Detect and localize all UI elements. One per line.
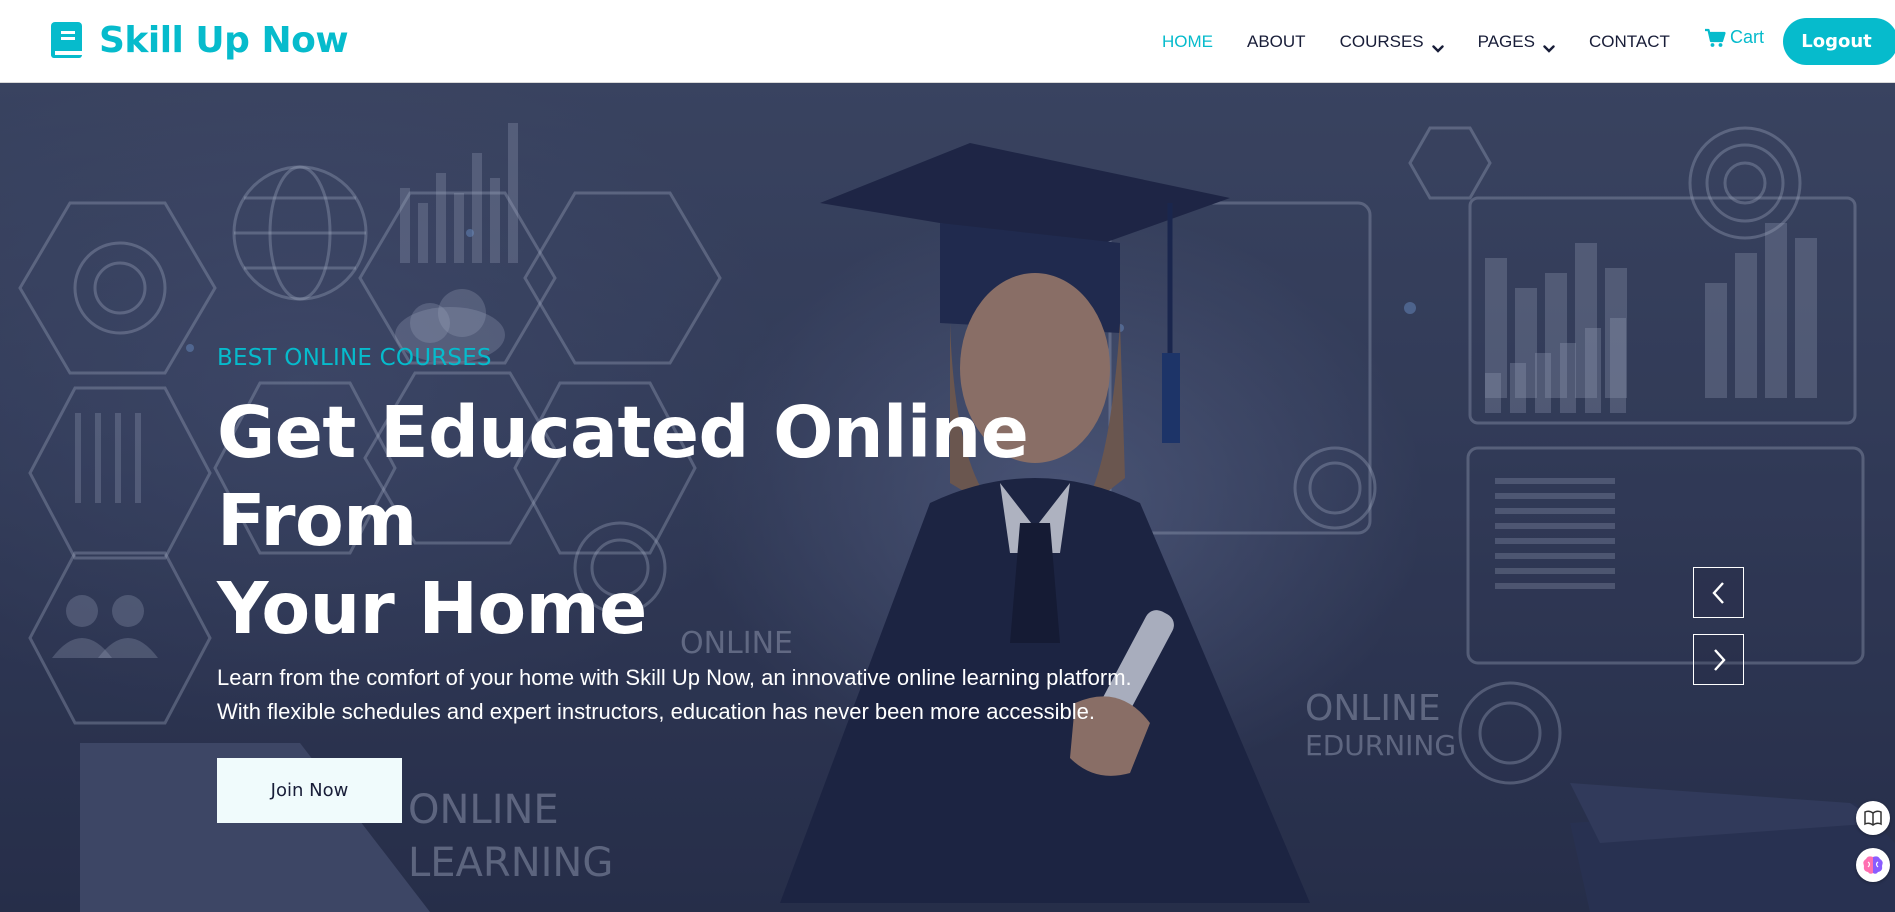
book-icon: [50, 21, 83, 59]
nav-about[interactable]: ABOUT: [1247, 32, 1306, 52]
ai-assistant-button[interactable]: [1856, 848, 1890, 882]
shopping-cart-icon: [1705, 28, 1726, 47]
hero-content: BEST ONLINE COURSES Get Educated Online …: [217, 345, 1197, 729]
carousel-next-button[interactable]: [1693, 634, 1744, 685]
brain-icon: [1863, 856, 1883, 874]
nav-home-label: HOME: [1162, 31, 1213, 51]
hero-eyebrow: BEST ONLINE COURSES: [217, 345, 492, 371]
hero-description: Learn from the comfort of your home with…: [217, 661, 1197, 729]
hero-headline-line1: Get Educated Online From: [217, 391, 1029, 562]
chevron-right-icon: [1713, 648, 1726, 671]
join-now-button[interactable]: Join Now: [217, 758, 402, 823]
brand-name: Skill Up Now: [99, 19, 349, 61]
nav-contact-label: CONTACT: [1588, 31, 1670, 51]
navbar: Skill Up Now HOME ABOUT COURSES PAGES CO…: [0, 0, 1895, 83]
chevron-down-icon: [1543, 38, 1555, 53]
brand-logo[interactable]: Skill Up Now: [50, 19, 349, 61]
reader-icon: [1864, 810, 1882, 826]
chevron-left-icon: [1711, 581, 1724, 604]
main-nav: HOME ABOUT COURSES PAGES CONTACT: [1162, 0, 1704, 83]
nav-courses-label: COURSES: [1339, 31, 1424, 51]
nav-home[interactable]: HOME: [1162, 32, 1213, 52]
cart-label: Cart: [1730, 27, 1765, 47]
chevron-down-icon: [1431, 38, 1444, 53]
nav-pages-label: PAGES: [1477, 31, 1535, 51]
nav-about-label: ABOUT: [1247, 31, 1306, 51]
carousel-prev-button[interactable]: [1693, 567, 1744, 618]
nav-pages-dropdown[interactable]: PAGES: [1477, 31, 1555, 53]
reader-tool-button[interactable]: [1856, 801, 1890, 835]
nav-courses-dropdown[interactable]: COURSES: [1339, 31, 1444, 53]
hero-headline-line2: Your Home: [217, 567, 647, 650]
nav-contact[interactable]: CONTACT: [1589, 32, 1670, 52]
logout-button[interactable]: Logout: [1783, 18, 1895, 65]
hero-description-line2: With flexible schedules and expert instr…: [217, 699, 1096, 724]
hero-headline: Get Educated Online From Your Home: [217, 389, 1197, 653]
cart-link[interactable]: Cart: [1704, 27, 1764, 48]
hero-description-line1: Learn from the comfort of your home with…: [217, 665, 1132, 690]
